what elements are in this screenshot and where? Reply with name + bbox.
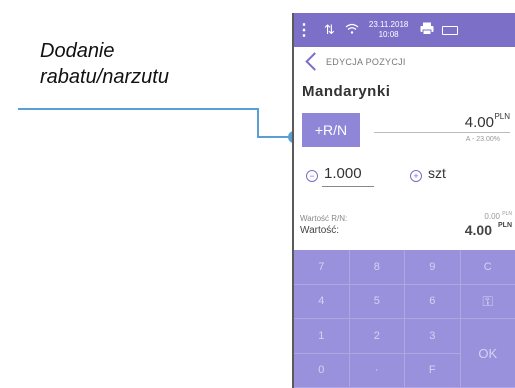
quantity-underline (322, 186, 374, 187)
status-date: 23.11.2018 (368, 20, 409, 29)
discount-value-currency: PLN (502, 211, 512, 217)
status-bar: ⋮ ⇅ 23.11.2018 10:08 (294, 13, 515, 47)
key-2[interactable]: 2 (349, 319, 405, 354)
total-value: 4.00 (464, 222, 492, 238)
screen-title: EDYCJA POZYCJI (326, 57, 406, 67)
key-f[interactable]: F (405, 353, 461, 388)
quantity-unit: szt (428, 165, 446, 181)
quantity-field[interactable]: 1.000 (324, 165, 362, 182)
price-value[interactable]: 4.00 (465, 114, 494, 131)
numeric-keypad: 7 8 9 C 4 5 6 ⚿ 1 2 3 OK 0 · F (294, 250, 515, 388)
annotation-pointer-line-end (257, 136, 291, 138)
discount-value: 0.00 (484, 212, 500, 221)
total-value-label: Wartość: (300, 225, 340, 236)
discount-value-label: Wartość R/N: (300, 214, 348, 223)
screen-header: EDYCJA POZYCJI (294, 47, 515, 77)
price-underline (374, 132, 510, 133)
quantity-row: − 1.000 + szt (294, 160, 515, 194)
key-clear[interactable]: C (460, 250, 515, 285)
key-8[interactable]: 8 (349, 250, 405, 285)
vat-rate: A - 23.00% (465, 136, 500, 143)
decrement-icon[interactable]: − (306, 170, 318, 182)
value-summary: Wartość R/N: 0.00 PLN Wartość: 4.00 PLN (294, 211, 515, 248)
menu-icon[interactable]: ⋮ (294, 20, 314, 40)
ok-button[interactable]: OK (460, 319, 515, 388)
status-time: 10:08 (378, 30, 399, 39)
key-3[interactable]: 3 (405, 319, 461, 354)
price-currency: PLN (494, 112, 510, 121)
annotation-line-1: Dodanie (40, 40, 115, 62)
key-5[interactable]: 5 (349, 284, 405, 319)
key-0[interactable]: 0 (294, 353, 350, 388)
annotation-line-2: rabatu/narzutu (40, 66, 169, 88)
printer-icon (420, 22, 434, 38)
back-arrow-icon[interactable] (300, 50, 324, 74)
transfer-icon: ⇅ (324, 22, 335, 37)
total-value-currency: PLN (498, 222, 512, 229)
key-4[interactable]: 4 (294, 284, 350, 319)
key-6[interactable]: 6 (405, 284, 461, 319)
key-7[interactable]: 7 (294, 250, 350, 285)
datetime: 23.11.2018 10:08 (369, 20, 408, 40)
key-1[interactable]: 1 (294, 319, 350, 354)
wifi-icon (345, 23, 359, 38)
discount-markup-button[interactable]: +R/N (302, 113, 360, 147)
key-9[interactable]: 9 (405, 250, 461, 285)
key-decimal[interactable]: · (349, 353, 405, 388)
annotation-pointer-line (18, 108, 258, 110)
price-row: +R/N 4.00 PLN A - 23.00% (294, 108, 515, 152)
product-name: Mandarynki (302, 83, 391, 100)
key-icon[interactable]: ⚿ (460, 285, 515, 319)
battery-icon (442, 25, 459, 35)
annotation-callout: Dodanie rabatu/narzutu (40, 38, 169, 90)
annotation-pointer-line-vertical (257, 108, 259, 138)
increment-icon[interactable]: + (410, 170, 422, 182)
device-screen: ⋮ ⇅ 23.11.2018 10:08 EDYCJA POZYCJI Mand… (292, 13, 515, 388)
